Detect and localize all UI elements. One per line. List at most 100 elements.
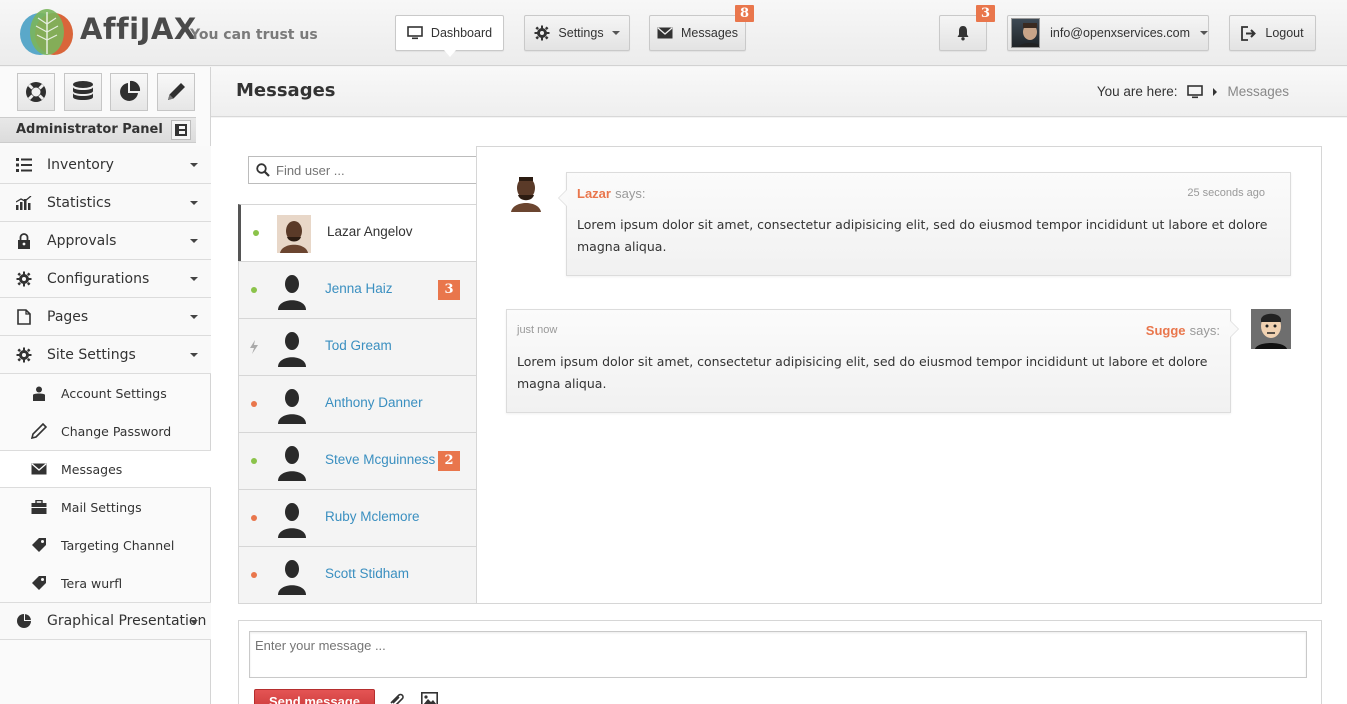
- pencil-icon: [30, 422, 48, 440]
- image-icon[interactable]: [421, 692, 438, 704]
- user-row-lazar-angelov[interactable]: Lazar Angelov: [238, 204, 476, 261]
- envelope-icon: [657, 27, 673, 39]
- status-dot: [253, 230, 259, 236]
- search-icon: [256, 163, 270, 177]
- sidebar-item-inventory[interactable]: Inventory: [0, 146, 211, 184]
- subitem-tera-wurfl[interactable]: Tera wurfl: [0, 564, 211, 602]
- settings-label: Settings: [558, 26, 604, 40]
- user-email: info@openxservices.com: [1050, 26, 1190, 40]
- message-bubble: Lazar says: 25 seconds ago Lorem ipsum d…: [558, 172, 1291, 276]
- user-row-tod-gream[interactable]: Tod Gream: [239, 318, 476, 375]
- user-name: Tod Gream: [325, 338, 392, 353]
- subitem-targeting-channel[interactable]: Targeting Channel: [0, 526, 211, 564]
- sidebar-item-label: Pages: [47, 308, 89, 325]
- paperclip-icon[interactable]: [388, 692, 404, 704]
- subitem-label: Account Settings: [61, 385, 167, 401]
- chevron-down-icon: [190, 163, 198, 167]
- message-text: Lorem ipsum dolor sit amet, consectetur …: [577, 217, 1268, 254]
- user-menu-button[interactable]: info@openxservices.com: [1007, 15, 1209, 51]
- top-bar: AffiJAX You can trust us Dashboard Setti…: [0, 0, 1347, 66]
- panel-layout-toggle[interactable]: [171, 120, 191, 140]
- user-row-jenna-haiz[interactable]: Jenna Haiz 3: [239, 261, 476, 318]
- user-row-ruby-mclemore[interactable]: Ruby Mclemore: [239, 489, 476, 546]
- message-text: Lorem ipsum dolor sit amet, consectetur …: [517, 354, 1208, 391]
- subitem-label: Messages: [61, 461, 123, 477]
- subitem-label: Tera wurfl: [61, 575, 123, 591]
- panel-title: Administrator Panel: [16, 122, 163, 137]
- subitem-label: Change Password: [61, 423, 172, 439]
- chevron-down-icon: [190, 620, 198, 624]
- sidebar-tool-edit[interactable]: [157, 73, 195, 111]
- monitor-icon: [407, 26, 423, 40]
- message-author[interactable]: Sugge: [1146, 323, 1186, 338]
- status-dot: [251, 287, 257, 293]
- bar-chart-icon: [15, 194, 33, 212]
- chevron-down-icon: [190, 277, 198, 281]
- user-name: Scott Stidham: [325, 566, 410, 581]
- pencil-icon: [168, 83, 185, 100]
- tag-icon: [30, 536, 48, 554]
- lifebuoy-icon: [26, 82, 46, 102]
- notifications-count-badge: 3: [976, 5, 996, 22]
- page-header: Messages You are here: Messages: [211, 67, 1347, 117]
- user-silhouette-icon: [278, 503, 306, 538]
- logout-button[interactable]: Logout: [1229, 15, 1316, 51]
- message-bubble: just now Sugge says: Lorem ipsum dolor s…: [506, 309, 1239, 413]
- sidebar-tool-reports[interactable]: [110, 73, 148, 111]
- messages-label: Messages: [681, 26, 738, 40]
- brand-name[interactable]: AffiJAX: [80, 12, 197, 46]
- bell-icon: [957, 26, 969, 41]
- messages-count-badge: 8: [735, 5, 755, 22]
- sidebar-tool-support[interactable]: [17, 73, 55, 111]
- pie-chart-icon: [120, 80, 141, 101]
- user-row-anthony-danner[interactable]: Anthony Danner: [239, 375, 476, 432]
- chevron-down-icon: [611, 31, 620, 35]
- subitem-messages[interactable]: Messages: [0, 450, 211, 488]
- sidebar-item-approvals[interactable]: Approvals: [0, 222, 211, 260]
- search-input[interactable]: [276, 162, 466, 178]
- subitem-account-settings[interactable]: Account Settings: [0, 374, 211, 412]
- message-input[interactable]: [249, 631, 1307, 678]
- gear-icon: [534, 25, 550, 41]
- sidebar-item-label: Inventory: [47, 156, 114, 173]
- sidebar-item-graphical-presentation[interactable]: Graphical Presentation: [0, 602, 211, 640]
- lock-icon: [15, 232, 33, 250]
- user-icon: [30, 384, 48, 402]
- layout-icon: [175, 124, 187, 136]
- user-name: Lazar Angelov: [327, 224, 413, 239]
- breadcrumb: You are here: Messages: [1097, 84, 1289, 99]
- tag-icon: [30, 574, 48, 592]
- sidebar-item-statistics[interactable]: Statistics: [0, 184, 211, 222]
- gear-icon: [15, 346, 33, 364]
- sidebar-tool-database[interactable]: [64, 73, 102, 111]
- user-list: Lazar Angelov Jenna Haiz 3 Tod Gream Ant…: [238, 204, 476, 604]
- monitor-icon[interactable]: [1187, 84, 1204, 99]
- chevron-right-icon: [1213, 87, 1218, 96]
- sidebar: Administrator Panel Inventory Statistics…: [0, 67, 211, 704]
- user-silhouette-icon: [278, 446, 306, 481]
- sidebar-item-label: Approvals: [47, 232, 117, 249]
- user-row-steve-mcguinness[interactable]: Steve Mcguinness 2: [239, 432, 476, 489]
- subitem-mail-settings[interactable]: Mail Settings: [0, 488, 211, 526]
- lightning-icon: [250, 340, 258, 354]
- sidebar-item-site-settings[interactable]: Site Settings: [0, 336, 211, 374]
- messages-button[interactable]: Messages 8: [649, 5, 755, 51]
- briefcase-icon: [30, 498, 48, 516]
- settings-button[interactable]: Settings: [524, 15, 630, 51]
- notifications-button[interactable]: 3: [939, 5, 996, 51]
- send-message-button[interactable]: Send message: [254, 689, 375, 704]
- message-author[interactable]: Lazar: [577, 186, 611, 201]
- document-icon: [15, 308, 33, 326]
- sidebar-item-label: Statistics: [47, 194, 111, 211]
- logo-icon: [20, 9, 73, 55]
- user-row-scott-stidham[interactable]: Scott Stidham: [239, 546, 476, 603]
- user-silhouette-icon: [278, 389, 306, 424]
- chevron-down-icon: [190, 315, 198, 319]
- sidebar-item-configurations[interactable]: Configurations: [0, 260, 211, 298]
- dashboard-button[interactable]: Dashboard: [395, 15, 504, 57]
- message-avatar-lazar: [506, 172, 546, 212]
- user-search: [248, 156, 477, 184]
- user-name: Ruby Mclemore: [325, 509, 420, 524]
- subitem-change-password[interactable]: Change Password: [0, 412, 211, 450]
- sidebar-item-pages[interactable]: Pages: [0, 298, 211, 336]
